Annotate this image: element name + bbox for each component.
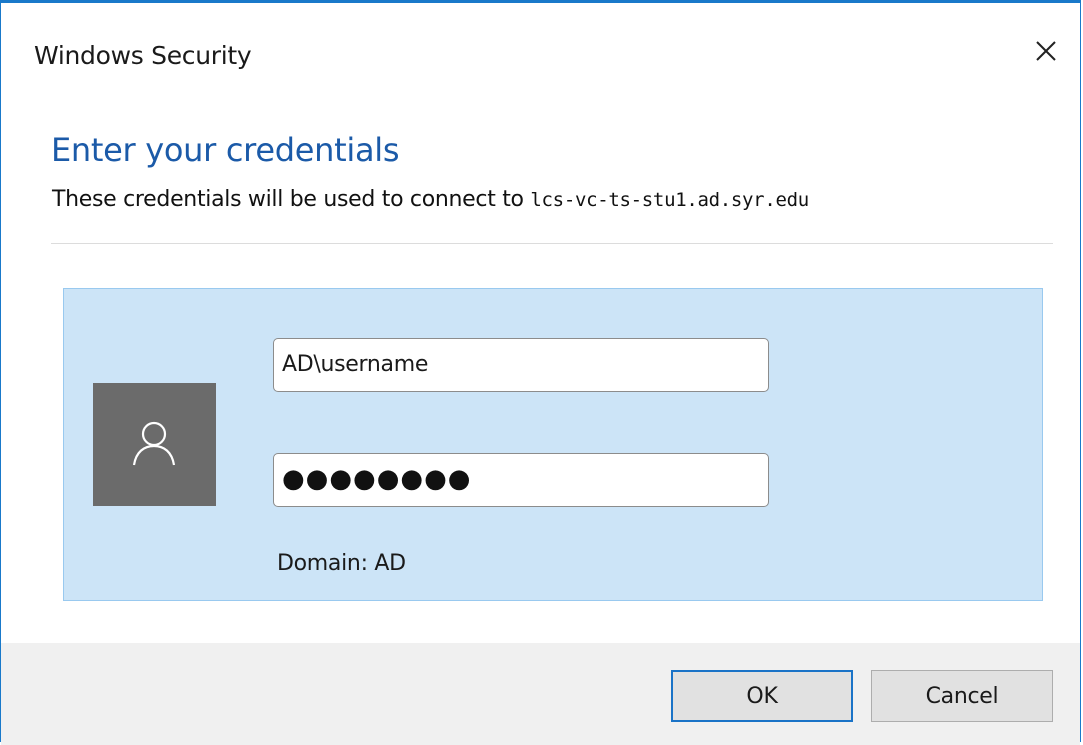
user-icon xyxy=(132,421,176,466)
button-bar: OK Cancel xyxy=(1,643,1080,745)
close-icon xyxy=(1036,41,1056,61)
host-name: lcs-vc-ts-stu1.ad.syr.edu xyxy=(530,189,809,211)
avatar xyxy=(93,383,216,506)
domain-label: Domain: AD xyxy=(277,551,406,576)
cancel-button[interactable]: Cancel xyxy=(871,670,1053,722)
password-mask: ●●●●●●●● xyxy=(282,464,472,494)
credentials-dialog: Windows Security Enter your credentials … xyxy=(0,0,1081,745)
ok-button[interactable]: OK xyxy=(671,670,853,722)
dialog-heading: Enter your credentials xyxy=(51,131,400,169)
window-title: Windows Security xyxy=(34,41,252,70)
username-value: AD\username xyxy=(282,352,429,377)
subtext-prefix: These credentials will be used to connec… xyxy=(52,187,531,212)
credential-tile: AD\username ●●●●●●●● Domain: AD xyxy=(63,288,1043,601)
close-button[interactable] xyxy=(1026,31,1066,71)
dialog-subtext: These credentials will be used to connec… xyxy=(52,187,809,212)
username-field[interactable]: AD\username xyxy=(273,338,769,392)
separator xyxy=(51,243,1053,244)
password-field[interactable]: ●●●●●●●● xyxy=(273,453,769,507)
